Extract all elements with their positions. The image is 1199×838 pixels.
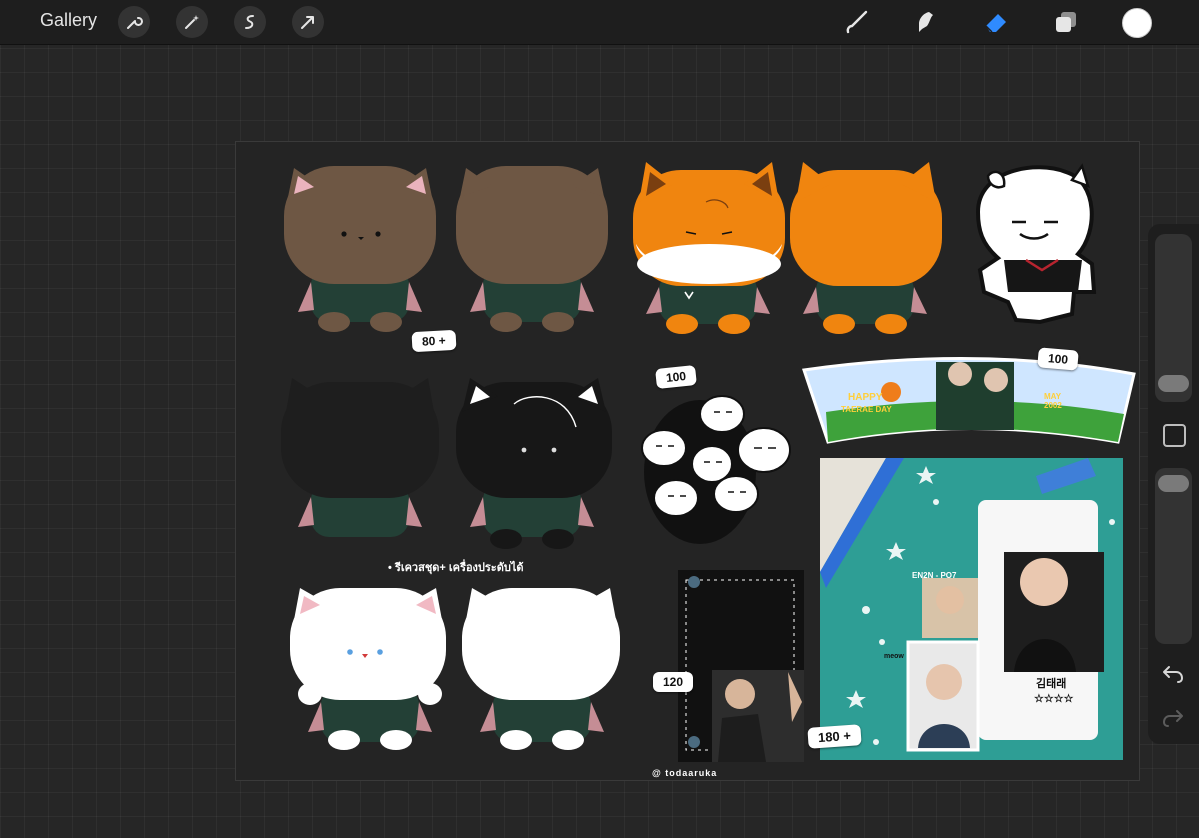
actions-button[interactable] (118, 6, 150, 38)
fox-back-sticker (790, 162, 942, 334)
photocard-stars: ☆☆☆☆ (1034, 693, 1074, 705)
smudge-icon (919, 12, 933, 32)
brown-bear-back-sticker (456, 166, 608, 332)
price-label-100-sleeve: 100 (1037, 347, 1079, 371)
artwork-canvas[interactable]: 80 + 100 100 120 180 + • รีเควสชุด+ เครื… (235, 141, 1140, 781)
white-dog-sticker (975, 163, 1097, 325)
magic-wand-icon (185, 15, 199, 29)
top-toolbar: Gallery (0, 0, 1199, 45)
dark-bear-front-sticker (281, 378, 439, 537)
redo-button[interactable] (1161, 708, 1185, 732)
modify-button[interactable] (1163, 424, 1186, 447)
sleeve-day-text: TAERAE DAY (841, 405, 892, 414)
smudge-button[interactable] (910, 6, 942, 38)
selection-button[interactable] (234, 6, 266, 38)
photocard-meow: meow (884, 653, 904, 660)
brush-opacity-slider[interactable] (1155, 468, 1192, 644)
undo-icon (1163, 666, 1183, 683)
wrench-icon (127, 17, 143, 29)
brush-size-slider[interactable] (1155, 234, 1192, 402)
redo-icon (1163, 710, 1183, 727)
request-note: • รีเควสชุด+ เครื่องประดับได้ (388, 562, 524, 574)
color-picker-button[interactable] (1122, 8, 1152, 38)
move-arrow-icon (301, 16, 314, 29)
transform-button[interactable] (292, 6, 324, 38)
brush-icon (846, 10, 868, 34)
brush-size-thumb[interactable] (1158, 375, 1189, 392)
photocard-name: 김태래 (1036, 678, 1067, 690)
brush-sidebar (1148, 224, 1199, 744)
photocard-tag: EN2N - PO7 (912, 571, 957, 580)
price-label-80: 80 + (411, 329, 457, 353)
doodle-group-sticker (641, 395, 791, 544)
eraser-icon (985, 14, 1006, 33)
price-label-100-doodles: 100 (655, 364, 697, 390)
adjustments-button[interactable] (176, 6, 208, 38)
artist-watermark: @ todaaruka (652, 768, 718, 778)
photo-frame-sticker (678, 570, 804, 762)
brush-opacity-thumb[interactable] (1158, 475, 1189, 492)
undo-button[interactable] (1161, 664, 1185, 688)
white-bear-front-sticker (290, 588, 446, 750)
photocard-collage-sticker (820, 458, 1123, 760)
price-label-180: 180 + (807, 724, 862, 749)
black-cat-front-sticker (456, 378, 612, 549)
selection-icon (245, 15, 254, 29)
layers-icon (1056, 12, 1076, 32)
sleeve-date-text: MAY 2002 (1044, 392, 1062, 410)
fox-front-sticker (633, 162, 785, 334)
sleeve-happy-text: HAPPY (848, 392, 883, 403)
eraser-button[interactable] (980, 6, 1012, 38)
layers-button[interactable] (1050, 6, 1082, 38)
gallery-button[interactable]: Gallery (40, 10, 97, 31)
brush-button[interactable] (840, 6, 872, 38)
price-label-120: 120 (653, 672, 694, 692)
brown-bear-front-sticker (284, 166, 436, 332)
white-bear-back-sticker (462, 588, 620, 750)
